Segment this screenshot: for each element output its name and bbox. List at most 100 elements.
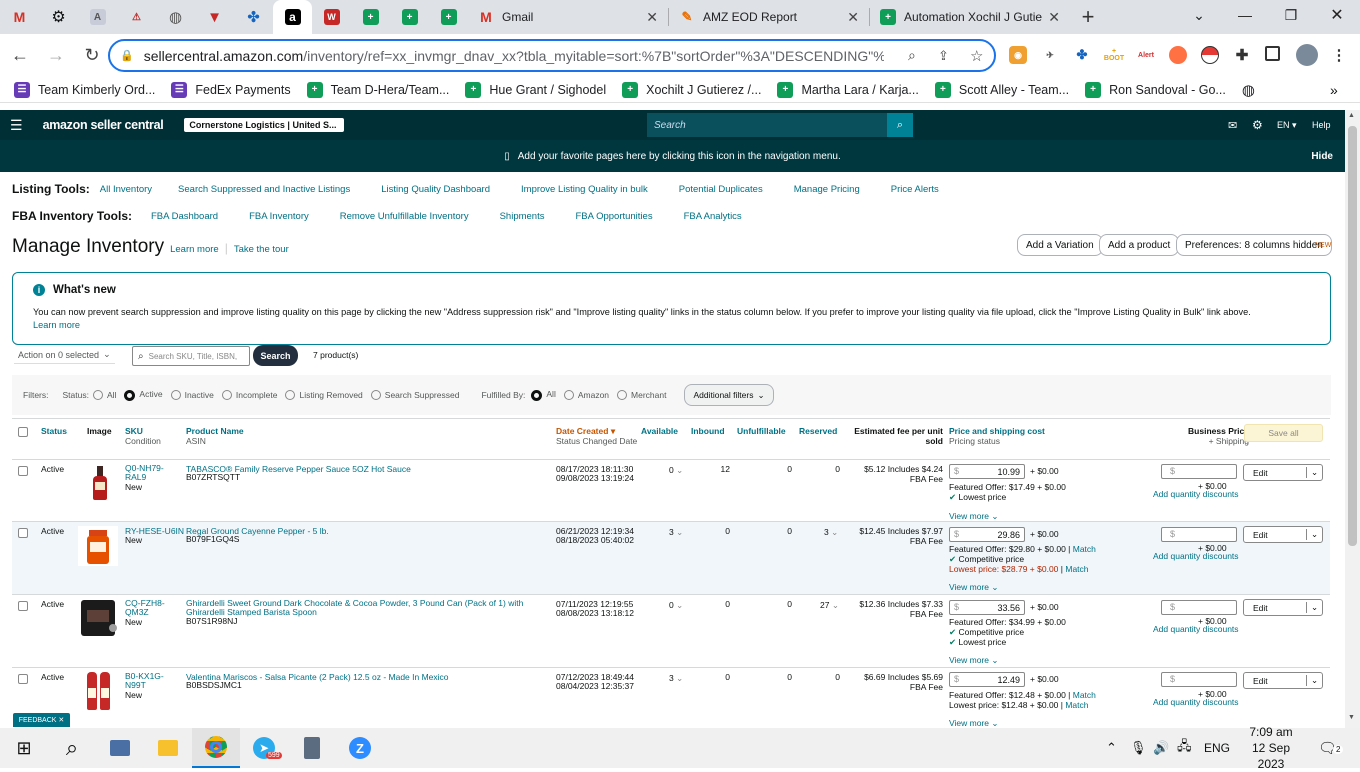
radio-fulfilled-all[interactable]: All	[531, 389, 556, 401]
radio-status-removed[interactable]: Listing Removed	[285, 390, 363, 401]
pinned-tab-chatgpt[interactable]: ⚙	[39, 0, 78, 34]
learn-more-link[interactable]: Learn more	[170, 244, 219, 255]
match-link[interactable]: Match	[1073, 690, 1096, 700]
tray-chevron-icon[interactable]: ⌃	[1106, 740, 1117, 756]
col-sku[interactable]: SKU Condition	[125, 426, 161, 446]
bookmark-item[interactable]: + Ron Sandoval - Go...	[1085, 81, 1226, 98]
tour-link[interactable]: Take the tour	[234, 244, 289, 255]
col-available[interactable]: Available	[641, 426, 678, 436]
col-status[interactable]: Status	[41, 426, 67, 436]
seller-search-field[interactable]: Search	[647, 113, 887, 137]
price-input[interactable]: $10.99	[949, 464, 1025, 479]
price-input[interactable]: $29.86	[949, 527, 1025, 542]
ext-pokeball-icon[interactable]	[1201, 46, 1219, 64]
ext-monkey-icon[interactable]: ◉	[1009, 46, 1027, 64]
col-date-created[interactable]: Date Created ▾ Status Changed Date	[556, 426, 637, 446]
bookmark-item[interactable]: ☰ FedEx Payments	[171, 81, 291, 98]
pinned-tab-gmail[interactable]: M	[0, 0, 39, 34]
language-indicator[interactable]: ENG	[1204, 741, 1230, 755]
tab-gmail[interactable]: M Gmail ✕	[468, 0, 668, 34]
taskbar-app[interactable]: ➤ 599	[240, 728, 288, 768]
close-icon[interactable]: ✕	[847, 9, 859, 26]
edit-button[interactable]: Edit ⌄	[1243, 672, 1323, 689]
tool-link[interactable]: FBA Inventory	[249, 211, 309, 222]
product-image[interactable]	[84, 672, 114, 712]
taskbar-app[interactable]: Z	[336, 728, 384, 768]
bookmark-item[interactable]: + Martha Lara / Karja...	[777, 81, 919, 98]
col-inbound[interactable]: Inbound	[691, 426, 725, 436]
product-image[interactable]	[78, 526, 118, 566]
page-scrollbar[interactable]: ▲ ▼	[1345, 110, 1360, 728]
price-input[interactable]: $33.56	[949, 600, 1025, 615]
select-all-checkbox[interactable]	[18, 427, 28, 437]
additional-filters-button[interactable]: Additional filters ⌄	[684, 384, 774, 406]
pinned-tab-sheets3[interactable]: +	[429, 0, 468, 34]
taskbar-app[interactable]	[96, 728, 144, 768]
reload-icon[interactable]: ↻	[76, 40, 108, 72]
view-more-link[interactable]: View more ⌄	[949, 655, 999, 666]
close-icon[interactable]: ✕	[646, 9, 658, 26]
tool-link[interactable]: FBA Analytics	[684, 211, 742, 222]
search-icon[interactable]: ⌕	[908, 47, 916, 64]
tool-link[interactable]: Shipments	[500, 211, 545, 222]
row-sku[interactable]: CQ-FZH8-QM3Z	[125, 599, 180, 617]
microphone-icon[interactable]: 🎙	[1130, 740, 1147, 756]
taskbar-app[interactable]	[144, 728, 192, 768]
pinned-tab-sheets1[interactable]: +	[351, 0, 390, 34]
edit-button[interactable]: Edit ⌄	[1243, 464, 1323, 481]
whats-new-learn-more[interactable]: Learn more	[33, 320, 80, 330]
network-icon[interactable]: 🖧	[1177, 737, 1192, 759]
view-more-link[interactable]: View more ⌄	[949, 582, 999, 593]
bulk-action-select[interactable]: Action on 0 selected ⌄	[14, 346, 115, 364]
tool-link[interactable]: Potential Duplicates	[679, 184, 763, 195]
mail-icon[interactable]: ✉	[1228, 119, 1237, 132]
ext-boot-icon[interactable]: + BOOT	[1104, 46, 1124, 64]
tool-link[interactable]: Listing Quality Dashboard	[381, 184, 490, 195]
account-switcher[interactable]: Cornerstone Logistics | United S...	[184, 118, 345, 132]
row-available[interactable]: 3 ⌄	[669, 673, 683, 684]
edit-button[interactable]: Edit ⌄	[1243, 526, 1323, 543]
radio-status-incomplete[interactable]: Incomplete	[221, 390, 277, 401]
menu-icon[interactable]: ⋮	[1330, 46, 1348, 64]
more-bookmarks-icon[interactable]: »	[1330, 82, 1338, 98]
hide-button[interactable]: Hide	[1311, 151, 1333, 162]
match-link[interactable]: Match	[1073, 544, 1096, 554]
bookmark-item[interactable]: ☰ Team Kimberly Ord...	[14, 81, 155, 98]
tool-link[interactable]: Improve Listing Quality in bulk	[521, 184, 648, 195]
tool-link[interactable]: FBA Opportunities	[575, 211, 652, 222]
tool-link[interactable]: Price Alerts	[891, 184, 939, 195]
sidepanel-icon[interactable]	[1265, 46, 1280, 61]
add-product-button[interactable]: Add a product	[1099, 234, 1180, 256]
bookmark-item[interactable]: + Xochilt J Gutierez /...	[622, 81, 761, 98]
inventory-search-input[interactable]: ⌕ Search SKU, Title, ISBN,	[132, 346, 250, 366]
pinned-tab-globe[interactable]: ◍	[156, 0, 195, 34]
view-more-link[interactable]: View more ⌄	[949, 718, 999, 728]
taskbar-app[interactable]	[192, 728, 240, 768]
match-link[interactable]: Match	[1065, 564, 1088, 574]
search-button[interactable]: ⌕	[48, 728, 96, 768]
product-image[interactable]	[79, 598, 119, 638]
new-tab-button[interactable]: +	[1070, 0, 1106, 34]
bookmark-item[interactable]: + Hue Grant / Sighodel	[465, 81, 606, 98]
pinned-tab-sheets2[interactable]: +	[390, 0, 429, 34]
row-available[interactable]: 0 ⌄	[669, 465, 683, 476]
bookmark-item[interactable]: ◍	[1242, 81, 1255, 99]
row-product-name[interactable]: Regal Ground Cayenne Pepper - 5 lb.	[186, 526, 546, 536]
inventory-search-button[interactable]: Search	[253, 345, 298, 366]
star-icon[interactable]: ☆	[970, 47, 983, 65]
row-sku[interactable]: Q0-NH79-RAL9	[125, 464, 180, 482]
edit-button[interactable]: Edit ⌄	[1243, 599, 1323, 616]
close-icon[interactable]: ✕	[58, 716, 64, 724]
pinned-tab-wm[interactable]: W	[312, 0, 351, 34]
tool-link[interactable]: Remove Unfulfillable Inventory	[340, 211, 469, 222]
volume-icon[interactable]: 🔊	[1153, 740, 1169, 756]
radio-status-active[interactable]: Active	[124, 389, 163, 401]
avatar[interactable]	[1296, 44, 1318, 66]
tool-link[interactable]: FBA Dashboard	[151, 211, 218, 222]
restore-button[interactable]: ❐	[1268, 0, 1314, 30]
seller-central-logo[interactable]: amazon seller central	[43, 118, 164, 132]
ext-alert-icon[interactable]: Alert	[1137, 46, 1155, 64]
business-price-input[interactable]: $	[1161, 464, 1237, 479]
radio-fulfilled-merchant[interactable]: Merchant	[617, 390, 666, 401]
tool-link[interactable]: All Inventory	[100, 184, 152, 195]
